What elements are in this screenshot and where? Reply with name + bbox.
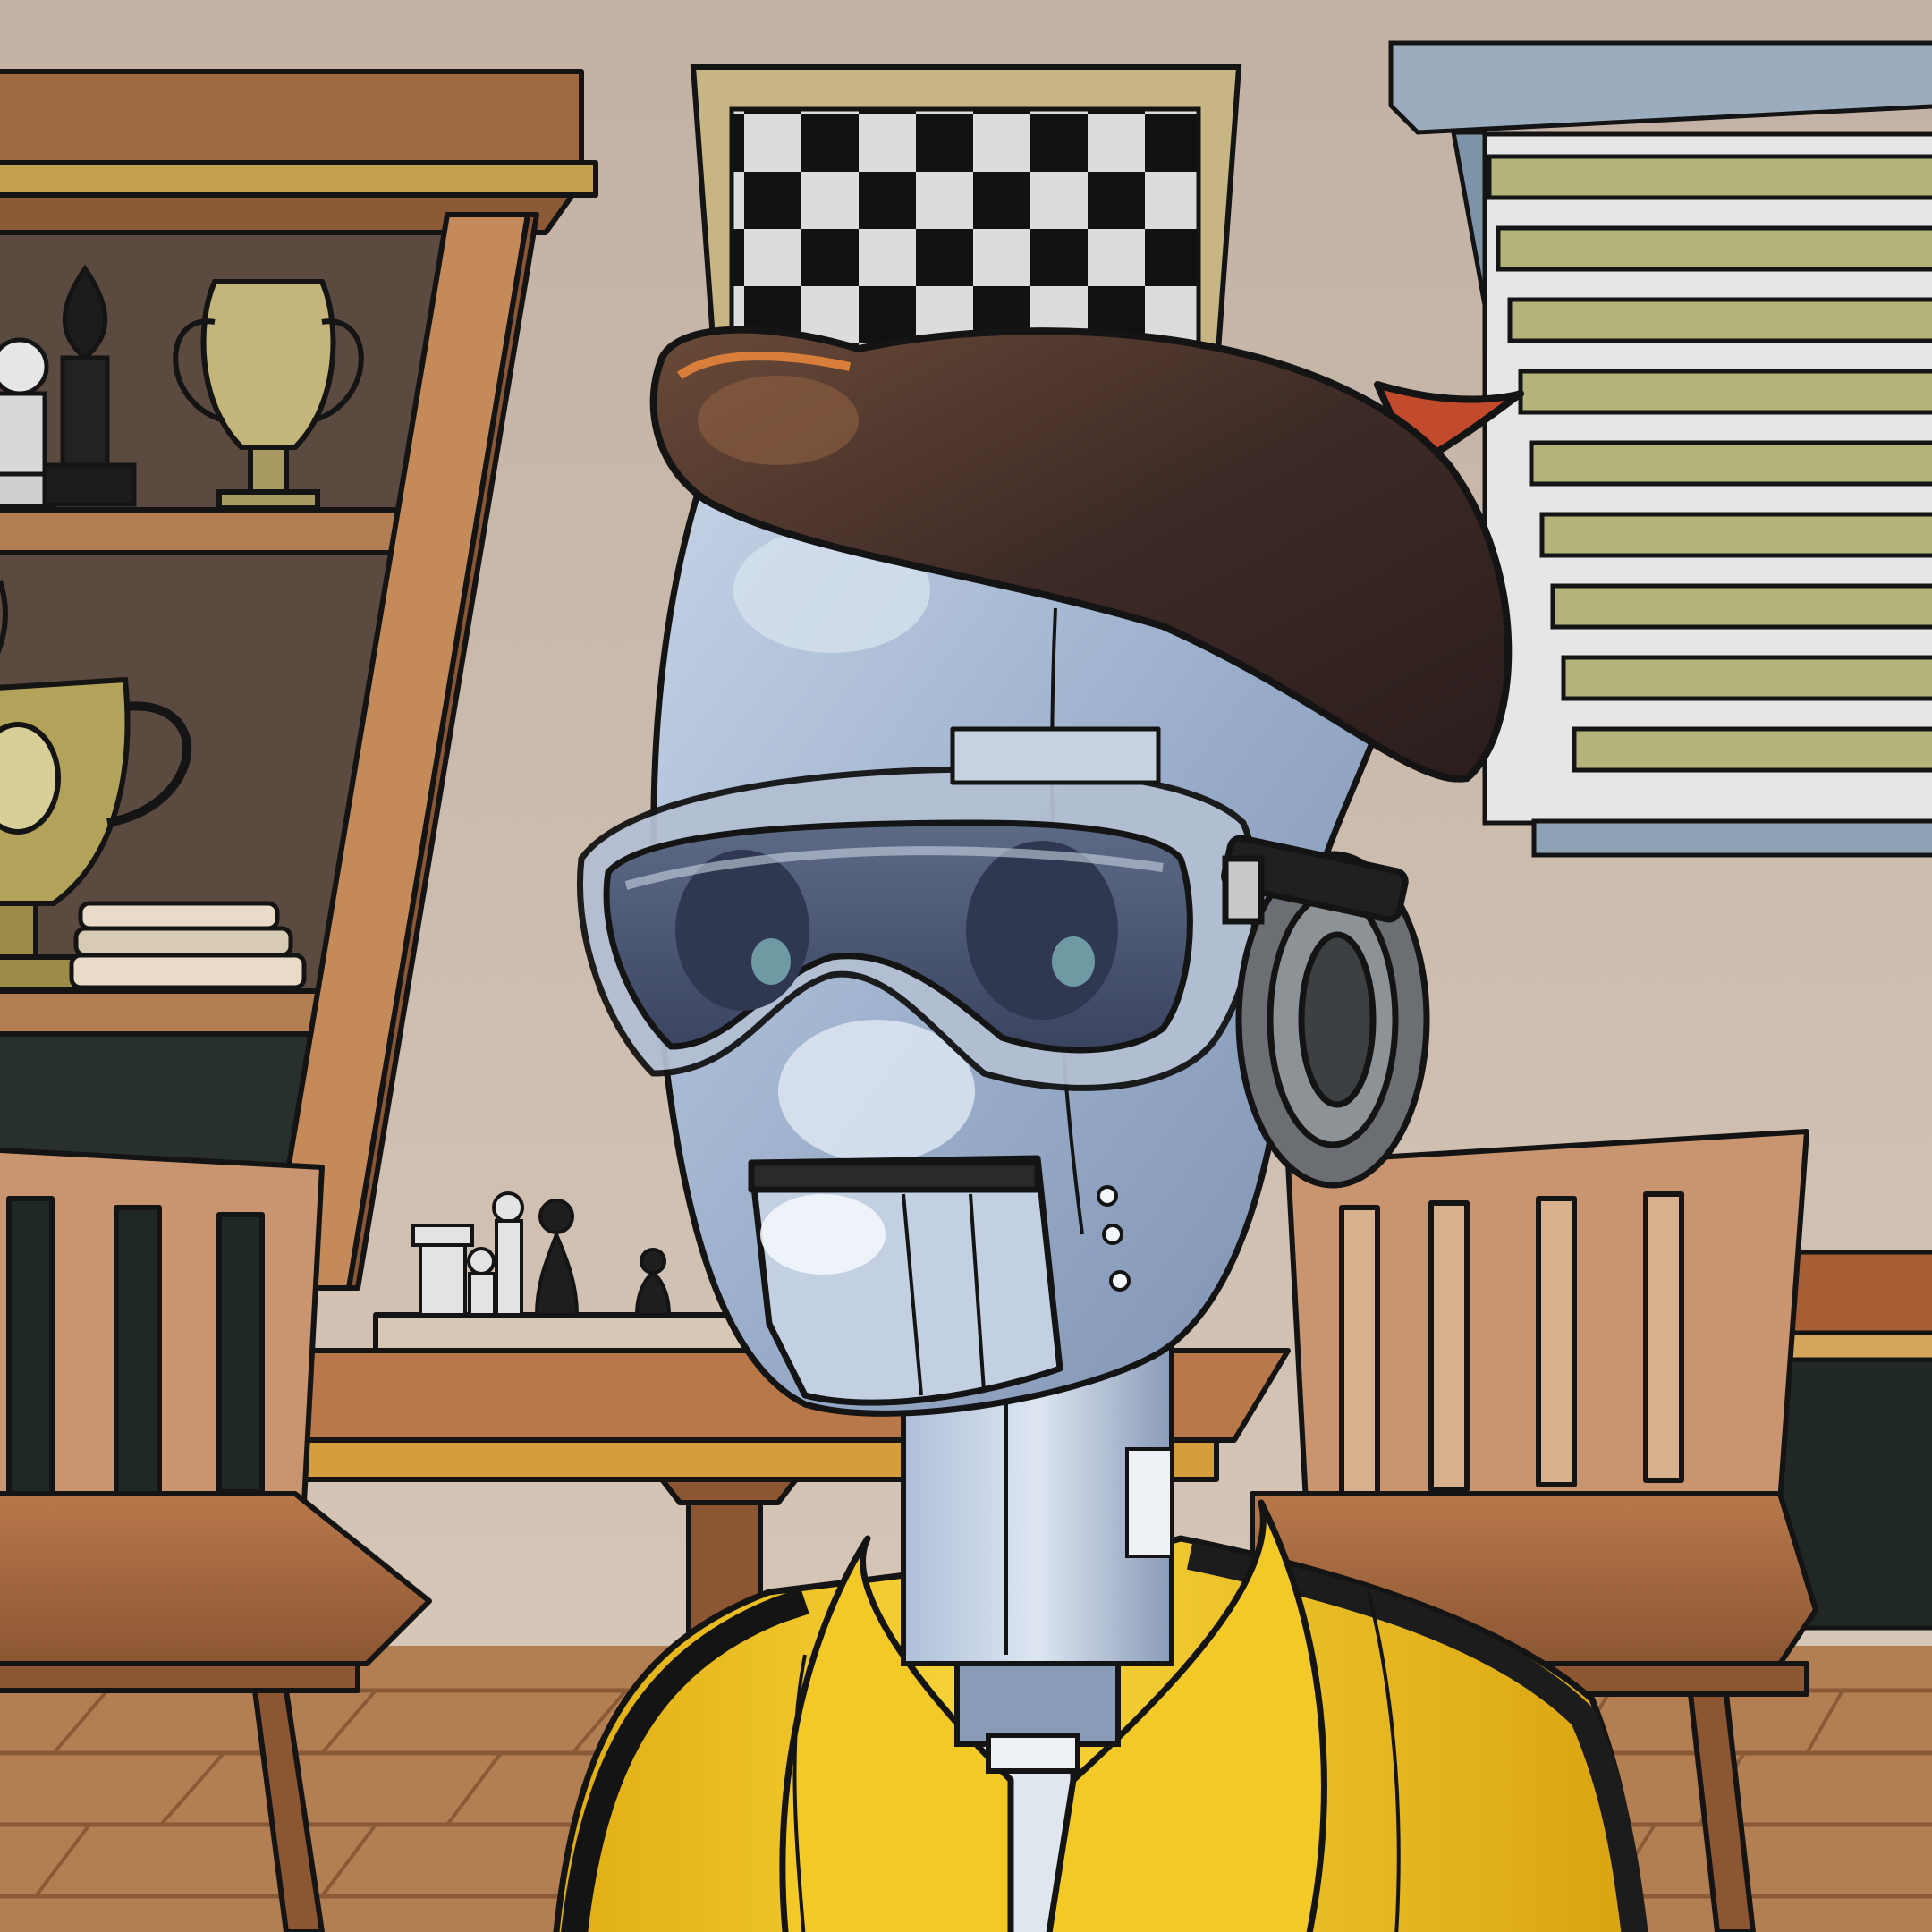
robot-chess-club-scene [0,0,1932,1932]
scene-svg [0,0,1932,1932]
book-stack [69,901,307,990]
